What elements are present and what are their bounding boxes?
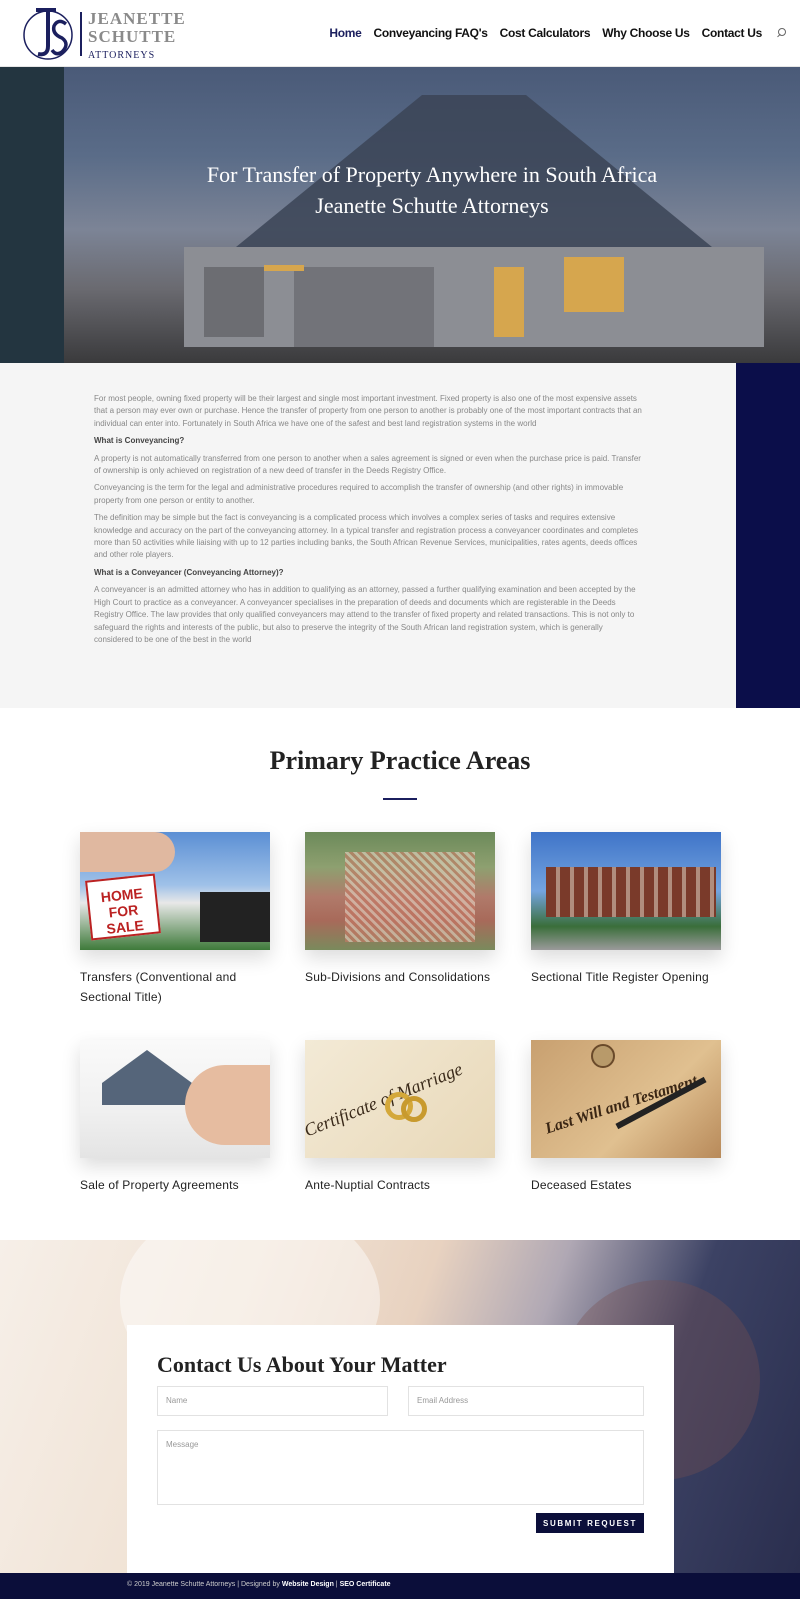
site-footer: © 2019 Jeanette Schutte Attorneys | Desi… (0, 1573, 800, 1599)
logo-monogram-icon (23, 8, 73, 60)
card-label[interactable]: Sale of Property Agreements (80, 1175, 270, 1195)
title-divider (383, 798, 417, 800)
nav-home[interactable]: Home (329, 26, 361, 40)
model-house (102, 1050, 192, 1105)
intro-paragraph: Conveyancing is the term for the legal a… (94, 483, 624, 505)
intro-heading-conveyancing: What is Conveyancing? (94, 436, 185, 446)
hand-sleeve (200, 892, 270, 942)
will-script: Last Will and Testament (543, 1072, 700, 1138)
contact-section: Contact Us About Your Matter Name Email … (0, 1240, 800, 1573)
footer-credits: © 2019 Jeanette Schutte Attorneys | Desi… (127, 1581, 391, 1588)
ring-icon (401, 1096, 427, 1122)
practice-card-sectional-title[interactable]: Sectional Title Register Opening (531, 832, 721, 987)
intro-section: For most people, owning fixed property w… (0, 363, 736, 708)
house-window (564, 257, 624, 312)
intro-side-band (736, 363, 800, 708)
nav-contact-us[interactable]: Contact Us (702, 26, 763, 40)
practice-card-deceased-estates[interactable]: Last Will and Testament Deceased Estates (531, 1040, 721, 1195)
card-label[interactable]: Sub-Divisions and Consolidations (305, 967, 495, 987)
hand-with-pen (185, 1065, 270, 1145)
hand-with-keys (80, 832, 175, 872)
search-icon[interactable] (776, 28, 786, 38)
intro-paragraph: For most people, owning fixed property w… (94, 394, 642, 428)
message-field[interactable]: Message (157, 1430, 644, 1505)
logo[interactable]: JEANETTE SCHUTTE ATTORNEYS (22, 6, 192, 62)
practice-card-sale-agreements[interactable]: Sale of Property Agreements (80, 1040, 270, 1195)
practice-card-subdivisions[interactable]: Sub-Divisions and Consolidations (305, 832, 495, 987)
nav-cost-calculators[interactable]: Cost Calculators (500, 26, 591, 40)
townhouse-windows (546, 867, 716, 917)
intro-paragraph: The definition may be simple but the fac… (94, 513, 639, 560)
site-header: JEANETTE SCHUTTE ATTORNEYS Home Conveyan… (0, 0, 800, 67)
email-field[interactable]: Email Address (408, 1386, 644, 1416)
logo-wordmark: JEANETTE SCHUTTE (88, 10, 186, 46)
card-image-last-will: Last Will and Testament (531, 1040, 721, 1158)
main-nav: Home Conveyancing FAQ's Cost Calculators… (329, 26, 786, 40)
contact-title: Contact Us About Your Matter (157, 1352, 447, 1377)
card-image-townhouses (531, 832, 721, 950)
hero-heading: For Transfer of Property Anywhere in Sou… (64, 159, 800, 221)
card-image-home-for-sale: HOME FOR SALE (80, 832, 270, 950)
footer-link-seo-certificate[interactable]: SEO Certificate (340, 1581, 391, 1588)
rooftops-pattern (345, 852, 475, 942)
practice-title: Primary Practice Areas (269, 746, 531, 775)
card-label[interactable]: Transfers (Conventional and Sectional Ti… (80, 967, 270, 1007)
hero-banner: For Transfer of Property Anywhere in Sou… (0, 67, 800, 363)
home-for-sale-sign: HOME FOR SALE (85, 873, 161, 941)
house-door (494, 267, 524, 337)
nav-conveyancing-faqs[interactable]: Conveyancing FAQ's (373, 26, 487, 40)
certificate-script: Certificate of Marriage (305, 1058, 466, 1141)
logo-subtitle: ATTORNEYS (88, 50, 156, 61)
card-image-signing-contract (80, 1040, 270, 1158)
hero-side-band (0, 67, 64, 363)
logo-line1: JEANETTE (88, 9, 186, 28)
name-field[interactable]: Name (157, 1386, 388, 1416)
footer-copyright: © 2019 Jeanette Schutte Attorneys | Desi… (127, 1581, 282, 1588)
logo-line2: SCHUTTE (88, 27, 177, 46)
card-image-aerial-suburb (305, 832, 495, 950)
intro-paragraph: A conveyancer is an admitted attorney wh… (94, 585, 636, 644)
house-garage-large (294, 267, 434, 347)
house-body (184, 247, 764, 347)
contact-form: Contact Us About Your Matter Name Email … (127, 1325, 674, 1573)
practice-card-transfers[interactable]: HOME FOR SALE Transfers (Conventional an… (80, 832, 270, 1007)
submit-button[interactable]: SUBMIT REQUEST (536, 1513, 644, 1533)
hero-line1: For Transfer of Property Anywhere in Sou… (206, 162, 658, 187)
pocket-watch-icon (591, 1044, 615, 1068)
footer-link-website-design[interactable]: Website Design (282, 1581, 334, 1588)
logo-divider (80, 12, 82, 56)
house-garage-small (204, 267, 264, 337)
card-image-marriage-certificate: Certificate of Marriage (305, 1040, 495, 1158)
card-label[interactable]: Ante-Nuptial Contracts (305, 1175, 495, 1195)
intro-heading-conveyancer: What is a Conveyancer (Conveyancing Atto… (94, 567, 284, 577)
garage-light (264, 265, 304, 271)
intro-paragraph: A property is not automatically transfer… (94, 453, 641, 476)
nav-why-choose-us[interactable]: Why Choose Us (602, 26, 690, 40)
practice-card-ante-nuptial[interactable]: Certificate of Marriage Ante-Nuptial Con… (305, 1040, 495, 1195)
practice-areas-section: Primary Practice Areas HOME FOR SALE Tra… (0, 708, 800, 1240)
card-label[interactable]: Sectional Title Register Opening (531, 967, 721, 987)
intro-text: For most people, owning fixed property w… (94, 393, 642, 651)
hero-line2: Jeanette Schutte Attorneys (315, 193, 549, 218)
card-label[interactable]: Deceased Estates (531, 1175, 721, 1195)
